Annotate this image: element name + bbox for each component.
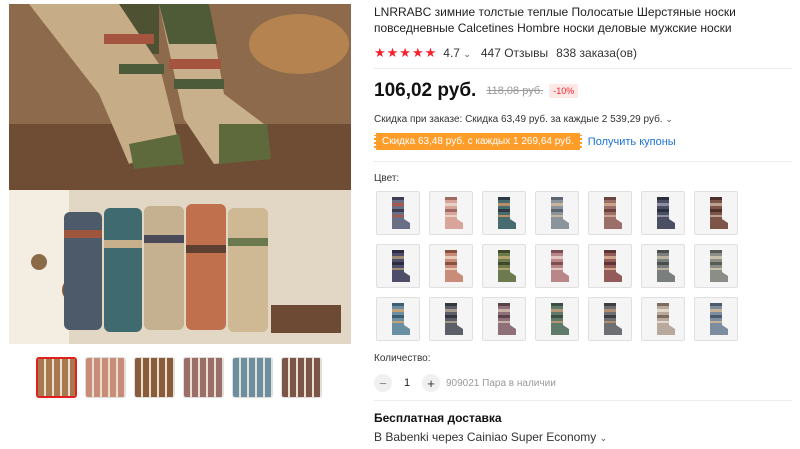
color-swatch-5[interactable] bbox=[588, 191, 632, 235]
old-price: 118,08 руб. bbox=[486, 85, 544, 97]
star-rating-icon: ★★★★★ bbox=[374, 45, 438, 60]
color-swatch-2[interactable] bbox=[429, 191, 473, 235]
quantity-increase-button[interactable]: + bbox=[422, 374, 440, 392]
thumbnail-4[interactable] bbox=[183, 357, 224, 398]
quantity-input[interactable]: 1 bbox=[392, 377, 422, 389]
sock-image bbox=[537, 193, 577, 233]
sock-image bbox=[643, 246, 683, 286]
color-swatch-14[interactable] bbox=[694, 244, 738, 288]
sock-image bbox=[431, 193, 471, 233]
reviews-count[interactable]: 447 Отзывы bbox=[481, 46, 548, 60]
sock-image bbox=[537, 299, 577, 339]
sock-image bbox=[643, 299, 683, 339]
sock-image bbox=[378, 246, 418, 286]
sock-image bbox=[537, 246, 577, 286]
chevron-down-icon: ⌄ bbox=[665, 114, 673, 124]
sock-image bbox=[590, 299, 630, 339]
price-row: 106,02 руб. 118,08 руб. -10% bbox=[374, 80, 579, 102]
order-discount[interactable]: Скидка при заказе: Скидка 63,49 руб. за … bbox=[374, 114, 673, 125]
color-swatch-16[interactable] bbox=[429, 297, 473, 341]
coupon-row: Скидка 63,48 руб. с каждых 1 269,64 руб.… bbox=[374, 133, 676, 150]
rating-value[interactable]: 4.7 ⌄ bbox=[443, 46, 471, 60]
rating-row: ★★★★★ 4.7 ⌄ 447 Отзывы 838 заказа(ов) bbox=[374, 44, 794, 62]
order-discount-text: Скидка при заказе: Скидка 63,49 руб. за … bbox=[374, 114, 663, 125]
thumbnail-strip bbox=[36, 357, 326, 399]
shipping-title: Бесплатная доставка bbox=[374, 411, 502, 425]
thumbnail-3[interactable] bbox=[134, 357, 175, 398]
rating-value-text: 4.7 bbox=[443, 46, 460, 60]
orders-count: 838 заказа(ов) bbox=[556, 46, 637, 60]
sock-image bbox=[378, 193, 418, 233]
thumbnail-6[interactable] bbox=[281, 357, 322, 398]
chevron-down-icon: ⌄ bbox=[599, 433, 608, 443]
stock-info: 909021 Пара в наличии bbox=[446, 377, 556, 389]
sock-image bbox=[378, 299, 418, 339]
sock-image bbox=[696, 246, 736, 286]
thumbnail-image bbox=[38, 359, 75, 396]
photo-socks-flat-lay bbox=[9, 190, 351, 344]
main-product-photo[interactable] bbox=[9, 4, 351, 344]
color-swatch-15[interactable] bbox=[376, 297, 420, 341]
quantity-decrease-button[interactable]: − bbox=[374, 374, 392, 392]
shipping-detail[interactable]: В Babenki через Cainiao Super Economy ⌄ bbox=[374, 430, 607, 444]
discount-badge: -10% bbox=[549, 84, 579, 98]
thumbnail-image bbox=[184, 358, 223, 397]
color-swatch-21[interactable] bbox=[694, 297, 738, 341]
color-swatch-20[interactable] bbox=[641, 297, 685, 341]
thumbnail-image bbox=[233, 358, 272, 397]
get-coupons-link[interactable]: Получить купоны bbox=[588, 136, 676, 148]
thumbnail-image bbox=[282, 358, 321, 397]
thumbnail-5[interactable] bbox=[232, 357, 273, 398]
sock-image bbox=[484, 193, 524, 233]
sock-image bbox=[431, 246, 471, 286]
photo-socks-on-feet bbox=[9, 4, 351, 190]
divider bbox=[374, 161, 792, 162]
color-swatch-grid bbox=[376, 191, 746, 341]
color-swatch-4[interactable] bbox=[535, 191, 579, 235]
color-swatch-18[interactable] bbox=[535, 297, 579, 341]
color-swatch-19[interactable] bbox=[588, 297, 632, 341]
sock-image bbox=[431, 299, 471, 339]
sock-image bbox=[696, 299, 736, 339]
sock-image bbox=[590, 193, 630, 233]
thumbnail-image bbox=[135, 358, 174, 397]
color-label: Цвет: bbox=[374, 173, 400, 184]
sock-image bbox=[484, 246, 524, 286]
color-swatch-11[interactable] bbox=[535, 244, 579, 288]
thumbnail-image bbox=[86, 358, 125, 397]
divider bbox=[374, 68, 792, 69]
divider bbox=[374, 400, 792, 401]
quantity-label: Количество: bbox=[374, 353, 431, 364]
sock-image bbox=[484, 299, 524, 339]
chevron-down-icon: ⌄ bbox=[463, 49, 471, 59]
sock-image bbox=[696, 193, 736, 233]
color-swatch-6[interactable] bbox=[641, 191, 685, 235]
color-swatch-9[interactable] bbox=[429, 244, 473, 288]
color-swatch-12[interactable] bbox=[588, 244, 632, 288]
sock-image bbox=[643, 193, 683, 233]
color-swatch-13[interactable] bbox=[641, 244, 685, 288]
color-swatch-10[interactable] bbox=[482, 244, 526, 288]
thumbnail-2[interactable] bbox=[85, 357, 126, 398]
product-info: LNRRABC зимние толстые теплые Полосатые … bbox=[374, 0, 794, 62]
color-swatch-1[interactable] bbox=[376, 191, 420, 235]
color-swatch-8[interactable] bbox=[376, 244, 420, 288]
current-price: 106,02 руб. bbox=[374, 80, 477, 101]
coupon-tag: Скидка 63,48 руб. с каждых 1 269,64 руб. bbox=[374, 133, 582, 150]
color-swatch-7[interactable] bbox=[694, 191, 738, 235]
thumbnail-1[interactable] bbox=[36, 357, 77, 398]
sock-image bbox=[590, 246, 630, 286]
color-swatch-17[interactable] bbox=[482, 297, 526, 341]
color-swatch-3[interactable] bbox=[482, 191, 526, 235]
shipping-detail-text: В Babenki через Cainiao Super Economy bbox=[374, 430, 597, 444]
quantity-stepper: − 1 + 909021 Пара в наличии bbox=[374, 374, 556, 392]
product-title: LNRRABC зимние толстые теплые Полосатые … bbox=[374, 5, 736, 35]
